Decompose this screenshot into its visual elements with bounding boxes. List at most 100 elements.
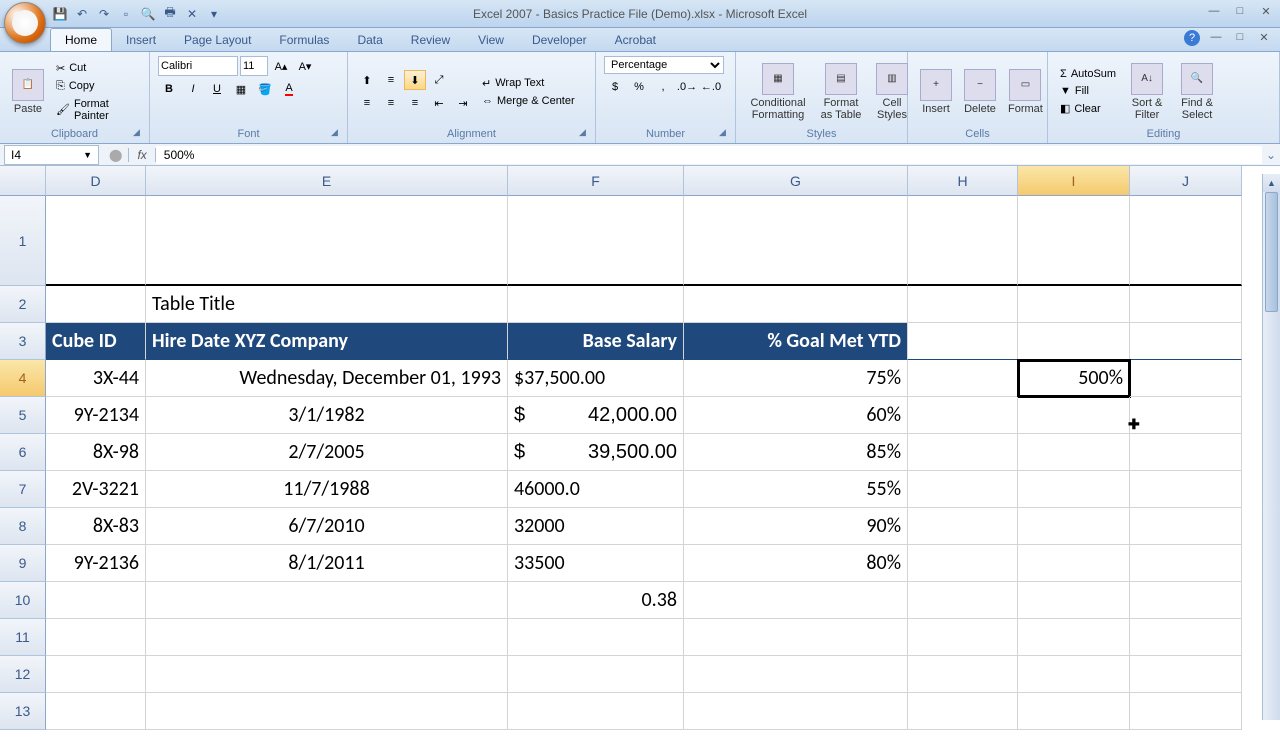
cell-I12[interactable] bbox=[1018, 656, 1130, 693]
tab-insert[interactable]: Insert bbox=[112, 29, 170, 51]
cell-D10[interactable] bbox=[46, 582, 146, 619]
tab-home[interactable]: Home bbox=[50, 28, 112, 51]
cell-H7[interactable] bbox=[908, 471, 1018, 508]
cell-G9[interactable]: 80% bbox=[684, 545, 908, 582]
cell-G11[interactable] bbox=[684, 619, 908, 656]
align-bottom-icon[interactable]: ⬇ bbox=[404, 70, 426, 90]
new-icon[interactable]: ▫ bbox=[118, 6, 134, 22]
cell-F10[interactable]: 0.38 bbox=[508, 582, 684, 619]
insert-cells-button[interactable]: +Insert bbox=[916, 67, 956, 117]
tab-review[interactable]: Review bbox=[397, 29, 464, 51]
align-left-icon[interactable]: ≡ bbox=[356, 93, 378, 113]
cell-J8[interactable] bbox=[1130, 508, 1242, 545]
header-goal[interactable]: % Goal Met YTD bbox=[684, 323, 908, 360]
cell-J1[interactable] bbox=[1130, 196, 1242, 286]
cell-F6[interactable]: $39,500.00 bbox=[508, 434, 684, 471]
copy-button[interactable]: ⎘Copy bbox=[52, 79, 141, 94]
cell-J6[interactable] bbox=[1130, 434, 1242, 471]
tab-formulas[interactable]: Formulas bbox=[265, 29, 343, 51]
cell-I10[interactable] bbox=[1018, 582, 1130, 619]
col-header-H[interactable]: H bbox=[908, 166, 1018, 196]
col-header-I[interactable]: I bbox=[1018, 166, 1130, 196]
name-box[interactable]: I4▼ bbox=[4, 145, 99, 165]
alignment-launcher-icon[interactable]: ◢ bbox=[579, 127, 593, 141]
col-header-J[interactable]: J bbox=[1130, 166, 1242, 196]
cell-H12[interactable] bbox=[908, 656, 1018, 693]
row-header-12[interactable]: 12 bbox=[0, 656, 46, 693]
cell-G7[interactable]: 55% bbox=[684, 471, 908, 508]
header-salary[interactable]: Base Salary bbox=[508, 323, 684, 360]
format-cells-button[interactable]: ▭Format bbox=[1004, 67, 1047, 117]
cell-E10[interactable] bbox=[146, 582, 508, 619]
header-cube[interactable]: Cube ID bbox=[46, 323, 146, 360]
qat-more-icon[interactable]: ▾ bbox=[206, 6, 222, 22]
currency-icon[interactable]: $ bbox=[604, 77, 626, 97]
cell-E6[interactable]: 2/7/2005 bbox=[146, 434, 508, 471]
align-right-icon[interactable]: ≡ bbox=[404, 93, 426, 113]
cell-D6[interactable]: 8X-98 bbox=[46, 434, 146, 471]
border-icon[interactable]: ▦ bbox=[230, 79, 252, 99]
col-header-G[interactable]: G bbox=[684, 166, 908, 196]
cell-E8[interactable]: 6/7/2010 bbox=[146, 508, 508, 545]
cell-I4[interactable]: 500% bbox=[1018, 360, 1130, 397]
cell-F1[interactable] bbox=[508, 196, 684, 286]
font-launcher-icon[interactable]: ◢ bbox=[331, 127, 345, 141]
tab-data[interactable]: Data bbox=[343, 29, 396, 51]
grow-font-icon[interactable]: A▴ bbox=[270, 56, 292, 76]
row-header-10[interactable]: 10 bbox=[0, 582, 46, 619]
cell-F4[interactable]: $37,500.00 bbox=[508, 360, 684, 397]
cell-J13[interactable] bbox=[1130, 693, 1242, 730]
cell-D11[interactable] bbox=[46, 619, 146, 656]
cell-I2[interactable] bbox=[1018, 286, 1130, 323]
italic-icon[interactable]: I bbox=[182, 79, 204, 99]
cell-J5[interactable] bbox=[1130, 397, 1242, 434]
cell-I5[interactable] bbox=[1018, 397, 1130, 434]
cells-area[interactable]: Table TitleCube IDHire Date XYZ CompanyB… bbox=[46, 196, 1242, 730]
cut-button[interactable]: ✂Cut bbox=[52, 61, 141, 76]
cell-G2[interactable] bbox=[684, 286, 908, 323]
cell-J12[interactable] bbox=[1130, 656, 1242, 693]
align-middle-icon[interactable]: ≡ bbox=[380, 70, 402, 90]
cell-D9[interactable]: 9Y-2136 bbox=[46, 545, 146, 582]
cell-H3[interactable] bbox=[908, 323, 1018, 360]
cell-G13[interactable] bbox=[684, 693, 908, 730]
underline-icon[interactable]: U bbox=[206, 79, 228, 99]
tab-page-layout[interactable]: Page Layout bbox=[170, 29, 265, 51]
tab-developer[interactable]: Developer bbox=[518, 29, 601, 51]
font-color-icon[interactable]: A bbox=[278, 79, 300, 99]
cell-D7[interactable]: 2V-3221 bbox=[46, 471, 146, 508]
minimize-button[interactable]: — bbox=[1206, 4, 1222, 18]
row-header-4[interactable]: 4 bbox=[0, 360, 46, 397]
cell-J10[interactable] bbox=[1130, 582, 1242, 619]
col-header-E[interactable]: E bbox=[146, 166, 508, 196]
font-size-select[interactable] bbox=[240, 56, 268, 76]
row-header-11[interactable]: 11 bbox=[0, 619, 46, 656]
save-icon[interactable]: 💾 bbox=[52, 6, 68, 22]
cell-E13[interactable] bbox=[146, 693, 508, 730]
cell-I7[interactable] bbox=[1018, 471, 1130, 508]
ribbon-minimize-icon[interactable]: — bbox=[1208, 30, 1224, 44]
cell-F11[interactable] bbox=[508, 619, 684, 656]
cell-F13[interactable] bbox=[508, 693, 684, 730]
help-icon[interactable]: ? bbox=[1184, 30, 1200, 46]
cell-D13[interactable] bbox=[46, 693, 146, 730]
cell-I13[interactable] bbox=[1018, 693, 1130, 730]
vertical-scrollbar[interactable]: ▲ bbox=[1262, 174, 1280, 720]
comma-icon[interactable]: , bbox=[652, 77, 674, 97]
find-select-button[interactable]: 🔍Find & Select bbox=[1174, 61, 1220, 123]
number-launcher-icon[interactable]: ◢ bbox=[719, 127, 733, 141]
shrink-font-icon[interactable]: A▾ bbox=[294, 56, 316, 76]
clipboard-launcher-icon[interactable]: ◢ bbox=[133, 127, 147, 141]
cell-J3[interactable] bbox=[1130, 323, 1242, 360]
ribbon-close-icon[interactable]: ✕ bbox=[1256, 30, 1272, 44]
print-preview-icon[interactable]: 🔍 bbox=[140, 6, 156, 22]
format-as-table-button[interactable]: ▤Format as Table bbox=[816, 61, 866, 123]
cell-H6[interactable] bbox=[908, 434, 1018, 471]
namebox-dropdown-icon[interactable]: ▼ bbox=[83, 150, 92, 160]
cell-F2[interactable] bbox=[508, 286, 684, 323]
print-icon[interactable]: 🖶 bbox=[162, 6, 178, 22]
cell-D12[interactable] bbox=[46, 656, 146, 693]
cell-J11[interactable] bbox=[1130, 619, 1242, 656]
cell-G6[interactable]: 85% bbox=[684, 434, 908, 471]
maximize-button[interactable]: □ bbox=[1232, 4, 1248, 18]
